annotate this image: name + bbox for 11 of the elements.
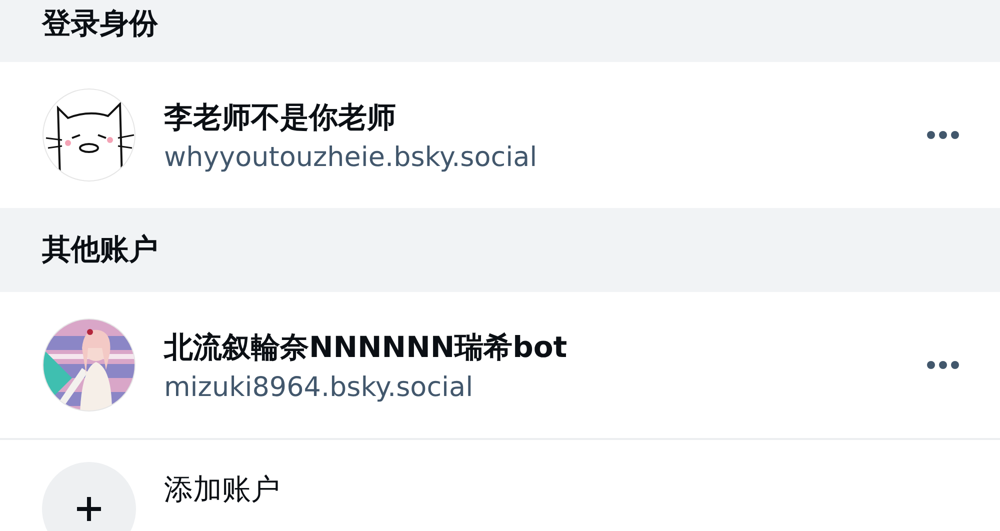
- more-icon: [926, 130, 960, 140]
- account-handle: whyyoutouzheie.bsky.social: [164, 142, 538, 172]
- more-icon: [926, 360, 960, 370]
- account-handle: mizuki8964.bsky.social: [164, 372, 474, 402]
- account-name: 北流叙輪奈NNNNNN瑞希bot: [164, 328, 568, 366]
- plus-icon: [76, 496, 102, 522]
- account-name: 李老师不是你老师: [164, 98, 397, 136]
- add-account-link[interactable]: 添加账户: [164, 470, 280, 510]
- section-title: 其他账户: [42, 231, 158, 268]
- section-title: 登录身份: [42, 5, 158, 42]
- add-button[interactable]: [42, 462, 136, 531]
